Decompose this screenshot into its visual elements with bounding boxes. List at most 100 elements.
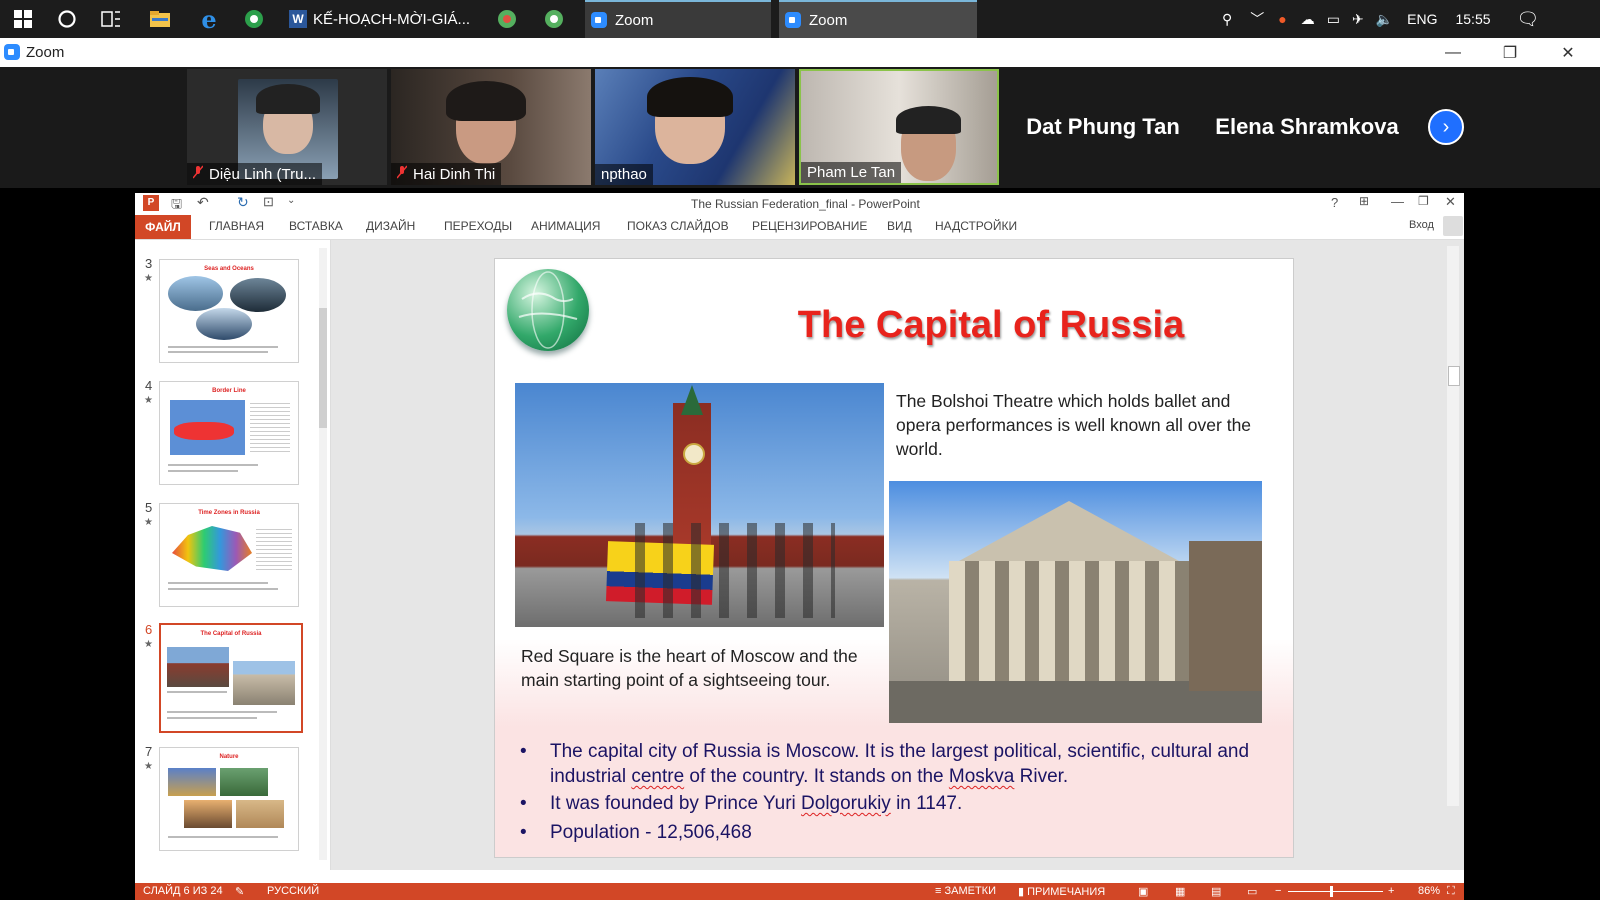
- chrome-profile-icon[interactable]: [494, 6, 520, 32]
- task-view-icon[interactable]: [98, 6, 124, 32]
- zoom-slider[interactable]: [1288, 886, 1383, 897]
- language-indicator[interactable]: ENG: [1407, 11, 1437, 27]
- redo-icon[interactable]: ↻: [237, 194, 249, 211]
- help-icon[interactable]: ?: [1331, 195, 1338, 210]
- zoom-out-icon[interactable]: −: [1275, 885, 1281, 897]
- thumbnail-number: 3: [145, 256, 153, 271]
- restore-button[interactable]: ❐: [1487, 38, 1533, 67]
- tab-review[interactable]: РЕЦЕНЗИРОВАНИЕ: [752, 219, 867, 233]
- participant-name: Hai Dinh Thi: [391, 163, 502, 185]
- participant-tile[interactable]: npthao: [595, 69, 795, 185]
- restore-button[interactable]: ❐: [1418, 194, 1429, 208]
- powerpoint-logo-icon: P: [143, 195, 159, 211]
- cortana-search-icon[interactable]: [54, 6, 80, 32]
- slide-counter[interactable]: СЛАЙД 6 ИЗ 24: [143, 885, 223, 897]
- battery-icon[interactable]: ▭: [1327, 11, 1340, 28]
- slide-thumbnail[interactable]: Seas and Oceans: [159, 259, 299, 363]
- fit-to-window-icon[interactable]: ⛶: [1447, 885, 1455, 898]
- windows-start-icon[interactable]: [10, 6, 36, 32]
- taskbar-zoom-2[interactable]: Zoom: [779, 0, 977, 38]
- bolshoi-description: The Bolshoi Theatre which holds ballet a…: [896, 391, 1252, 459]
- close-button[interactable]: ✕: [1545, 38, 1591, 67]
- slide-sorter-icon[interactable]: ▦: [1175, 885, 1185, 898]
- slide-thumbnail[interactable]: Nature: [159, 747, 299, 851]
- tab-transitions[interactable]: ПЕРЕХОДЫ: [444, 219, 512, 233]
- slide-thumbnail-pane: 3 ★ Seas and Oceans 4 ★ Border Line 5 ★ …: [135, 240, 331, 870]
- zoom-window-titlebar: Zoom — ❐ ✕: [0, 38, 1600, 67]
- slide-thumbnail[interactable]: Border Line: [159, 381, 299, 485]
- powerpoint-statusbar: СЛАЙД 6 ИЗ 24 ✎ РУССКИЙ ≡ ЗАМЕТКИ ▮ ПРИМ…: [135, 883, 1464, 900]
- close-button[interactable]: ✕: [1445, 194, 1456, 210]
- zoom-in-icon[interactable]: +: [1388, 885, 1394, 897]
- normal-view-icon[interactable]: ▣: [1138, 885, 1148, 898]
- chevron-up-icon[interactable]: ﹀: [1250, 9, 1264, 29]
- zoom-level[interactable]: 86%: [1418, 885, 1440, 897]
- reading-view-icon[interactable]: ▤: [1211, 885, 1221, 898]
- save-icon[interactable]: 🖫: [171, 195, 182, 217]
- volume-icon[interactable]: 🔈: [1376, 11, 1393, 28]
- thumbnail-scrollbar[interactable]: [319, 248, 327, 860]
- red-square-description: Red Square is the heart of Moscow and th…: [521, 646, 858, 690]
- file-explorer-icon[interactable]: [147, 6, 173, 32]
- slide-canvas[interactable]: The Capital of Russia The Bolshoi Theatr…: [494, 258, 1294, 858]
- language-status[interactable]: РУССКИЙ: [267, 885, 319, 897]
- comments-button[interactable]: ▮ ПРИМЕЧАНИЯ: [1018, 885, 1105, 898]
- participant-name: Pham Le Tan: [801, 162, 902, 183]
- globe-icon: [507, 269, 589, 351]
- start-slideshow-icon[interactable]: ⊡: [263, 194, 274, 210]
- tab-design[interactable]: ДИЗАЙН: [366, 219, 415, 233]
- bolshoi-theatre-photo: [889, 481, 1262, 723]
- tab-insert[interactable]: ВСТАВКА: [289, 219, 343, 233]
- participant-name-tile[interactable]: Dat Phung Tan: [1003, 69, 1203, 185]
- undo-icon[interactable]: ↶: [197, 194, 209, 211]
- minimize-button[interactable]: —: [1391, 194, 1404, 209]
- participant-tile-active-speaker[interactable]: Pham Le Tan: [799, 69, 999, 185]
- action-center-icon[interactable]: 🗨: [1517, 9, 1540, 30]
- ribbon-display-options-icon[interactable]: ⊞: [1359, 194, 1369, 208]
- tab-animations[interactable]: АНИМАЦИЯ: [531, 219, 600, 233]
- people-icon[interactable]: ⚲: [1222, 11, 1232, 28]
- tab-slideshow[interactable]: ПОКАЗ СЛАЙДОВ: [627, 219, 729, 233]
- customize-qat-icon[interactable]: ⌄: [287, 195, 295, 206]
- bullet-item: • It was founded by Prince Yuri Dolgoruki…: [520, 793, 963, 814]
- user-avatar-icon[interactable]: [1443, 216, 1463, 236]
- tab-view[interactable]: ВИД: [887, 219, 912, 233]
- participant-name: Diệu Linh (Tru...: [187, 163, 322, 185]
- slide-vertical-scrollbar[interactable]: [1447, 246, 1460, 806]
- minimize-button[interactable]: —: [1430, 38, 1476, 67]
- zoom-slider-thumb[interactable]: [1330, 886, 1333, 897]
- slide-thumbnail-selected[interactable]: The Capital of Russia: [159, 623, 303, 733]
- participant-name: npthao: [595, 164, 653, 185]
- green-app-icon[interactable]: [241, 6, 267, 32]
- participant-tile[interactable]: Diệu Linh (Tru...: [187, 69, 387, 185]
- taskbar-word-document[interactable]: W KẾ-HOẠCH-MỜI-GIÁ...: [287, 0, 477, 38]
- thumbnail-number: 7: [145, 744, 153, 759]
- participant-name-tile[interactable]: Elena Shramkova: [1207, 69, 1407, 185]
- word-icon: W: [289, 10, 307, 28]
- slideshow-view-icon[interactable]: ▭: [1247, 885, 1257, 898]
- zoom-logo-icon: [4, 44, 20, 60]
- airplane-mode-icon[interactable]: ✈: [1352, 11, 1364, 28]
- windows-taskbar: e W KẾ-HOẠCH-MỜI-GIÁ... Zoom Zoom ⚲ ﹀ ● …: [0, 0, 1600, 38]
- edge-browser-icon[interactable]: e: [196, 5, 222, 34]
- participant-tile[interactable]: Hai Dinh Thi: [391, 69, 591, 185]
- animation-star-icon: ★: [144, 273, 153, 284]
- sign-in-link[interactable]: Вход: [1409, 219, 1434, 231]
- slide-thumbnail[interactable]: Time Zones in Russia: [159, 503, 299, 607]
- tab-addins[interactable]: НАДСТРОЙКИ: [935, 219, 1017, 233]
- next-page-button[interactable]: ›: [1428, 109, 1464, 145]
- tab-home[interactable]: ГЛАВНАЯ: [209, 219, 264, 233]
- bullet-item: • The capital city of Russia is Moscow. I…: [520, 741, 1250, 787]
- animation-star-icon: ★: [144, 395, 153, 406]
- spell-check-icon[interactable]: ✎: [235, 885, 244, 898]
- clock[interactable]: 15:55: [1455, 11, 1490, 27]
- document-title: The Russian Federation_final - PowerPoin…: [691, 197, 920, 211]
- thumbnail-number: 6: [145, 622, 153, 637]
- tab-file[interactable]: ФАЙЛ: [135, 215, 191, 239]
- animation-star-icon: ★: [144, 517, 153, 528]
- antivirus-icon[interactable]: ●: [1278, 11, 1286, 27]
- chrome-profile-icon-2[interactable]: [541, 6, 567, 32]
- onedrive-cloud-icon[interactable]: ☁: [1301, 11, 1315, 28]
- notes-button[interactable]: ≡ ЗАМЕТКИ: [935, 885, 996, 897]
- taskbar-zoom-1[interactable]: Zoom: [585, 0, 771, 38]
